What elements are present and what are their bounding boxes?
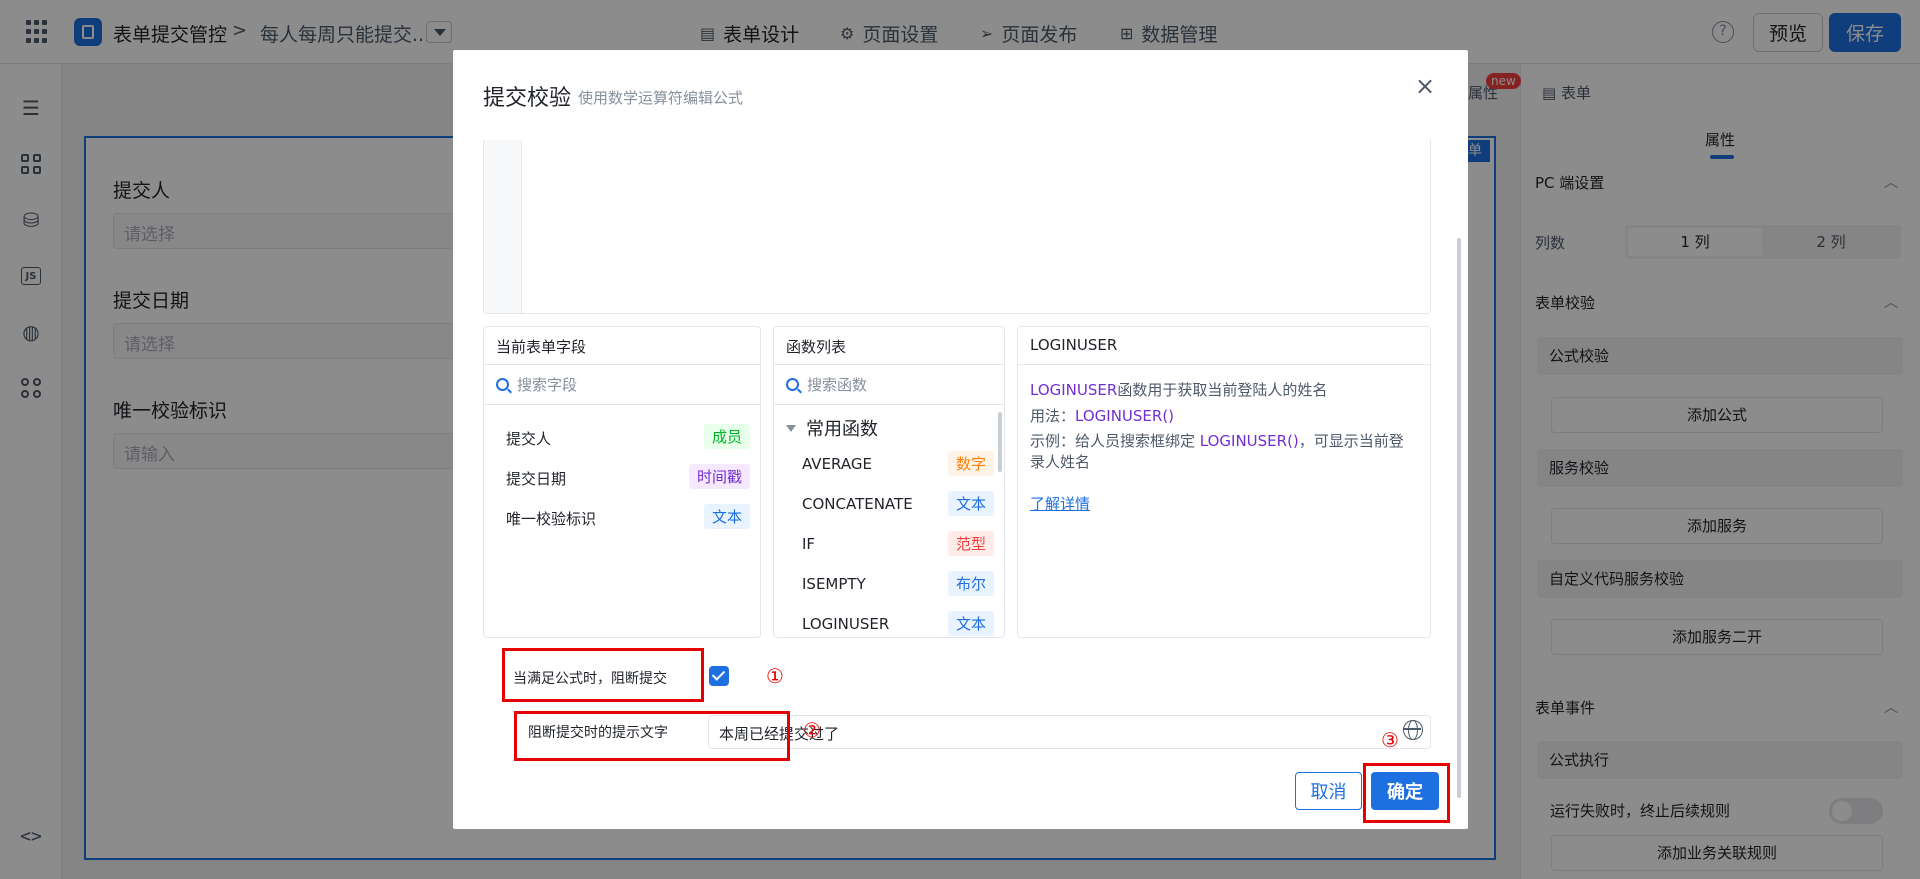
form-fields-panel: 当前表单字段 搜索字段 提交人 成员 提交日期 时间戳 唯一校验标识 文本 — [483, 326, 761, 638]
annotation-mark-2: ② — [803, 718, 821, 742]
functions-panel-title: 函数列表 — [774, 327, 1004, 365]
fields-panel-title: 当前表单字段 — [484, 327, 760, 365]
block-submit-checkbox[interactable] — [709, 666, 729, 686]
search-icon — [496, 378, 509, 391]
function-item-if[interactable]: IF 范型 — [774, 525, 1004, 565]
annotation-box-2 — [514, 711, 790, 761]
annotation-box-1 — [502, 648, 704, 702]
function-doc-panel: LOGINUSER LOGINUSER函数用于获取当前登陆人的姓名 用法：LOG… — [1017, 326, 1431, 638]
dialog-subtitle: 使用数学运算符编辑公式 — [578, 89, 744, 107]
annotation-box-3 — [1363, 763, 1450, 823]
dialog-scrollbar[interactable] — [1457, 238, 1461, 798]
globe-icon[interactable] — [1403, 720, 1423, 740]
doc-panel-title: LOGINUSER — [1018, 327, 1430, 365]
annotation-mark-3: ③ — [1381, 728, 1399, 752]
field-search[interactable]: 搜索字段 — [484, 365, 760, 405]
field-item-unique-id[interactable]: 唯一校验标识 文本 — [484, 497, 760, 537]
type-badge: 文本 — [947, 491, 994, 516]
field-item-submit-date[interactable]: 提交日期 时间戳 — [484, 457, 760, 497]
formula-editor[interactable] — [483, 140, 1431, 314]
type-badge: 范型 — [947, 531, 994, 556]
close-icon[interactable]: × — [1415, 72, 1435, 100]
function-search-input[interactable]: 搜索函数 — [807, 374, 867, 395]
function-item-isempty[interactable]: ISEMPTY 布尔 — [774, 565, 1004, 605]
type-badge: 文本 — [703, 504, 750, 529]
editor-gutter — [484, 140, 522, 313]
type-badge: 文本 — [947, 611, 994, 636]
type-badge: 时间戳 — [688, 464, 750, 489]
type-badge: 成员 — [703, 424, 750, 449]
field-item-submitter[interactable]: 提交人 成员 — [484, 417, 760, 457]
function-group-common[interactable]: 常用函数 — [774, 405, 1004, 445]
type-badge: 布尔 — [947, 571, 994, 596]
function-item-concatenate[interactable]: CONCATENATE 文本 — [774, 485, 1004, 525]
function-item-average[interactable]: AVERAGE 数字 — [774, 445, 1004, 485]
function-search[interactable]: 搜索函数 — [774, 365, 1004, 405]
function-list-scrollbar[interactable] — [998, 412, 1002, 472]
cancel-button[interactable]: 取消 — [1295, 772, 1362, 810]
submit-validation-dialog: 提交校验 使用数学运算符编辑公式 × 当前表单字段 搜索字段 提交人 成员 提交… — [453, 50, 1468, 829]
type-badge: 数字 — [947, 451, 994, 476]
learn-more-link[interactable]: 了解详情 — [1030, 495, 1090, 513]
field-search-input[interactable]: 搜索字段 — [517, 374, 577, 395]
search-icon — [786, 378, 799, 391]
caret-down-icon — [786, 424, 796, 432]
function-doc: LOGINUSER函数用于获取当前登陆人的姓名 用法：LOGINUSER() 示… — [1030, 381, 1404, 513]
dialog-title: 提交校验 — [483, 86, 572, 111]
functions-panel: 函数列表 搜索函数 常用函数 AVERAGE 数字 CONCATENATE 文本… — [773, 326, 1005, 638]
annotation-mark-1: ① — [766, 664, 784, 688]
function-item-loginuser[interactable]: LOGINUSER 文本 — [774, 605, 1004, 637]
